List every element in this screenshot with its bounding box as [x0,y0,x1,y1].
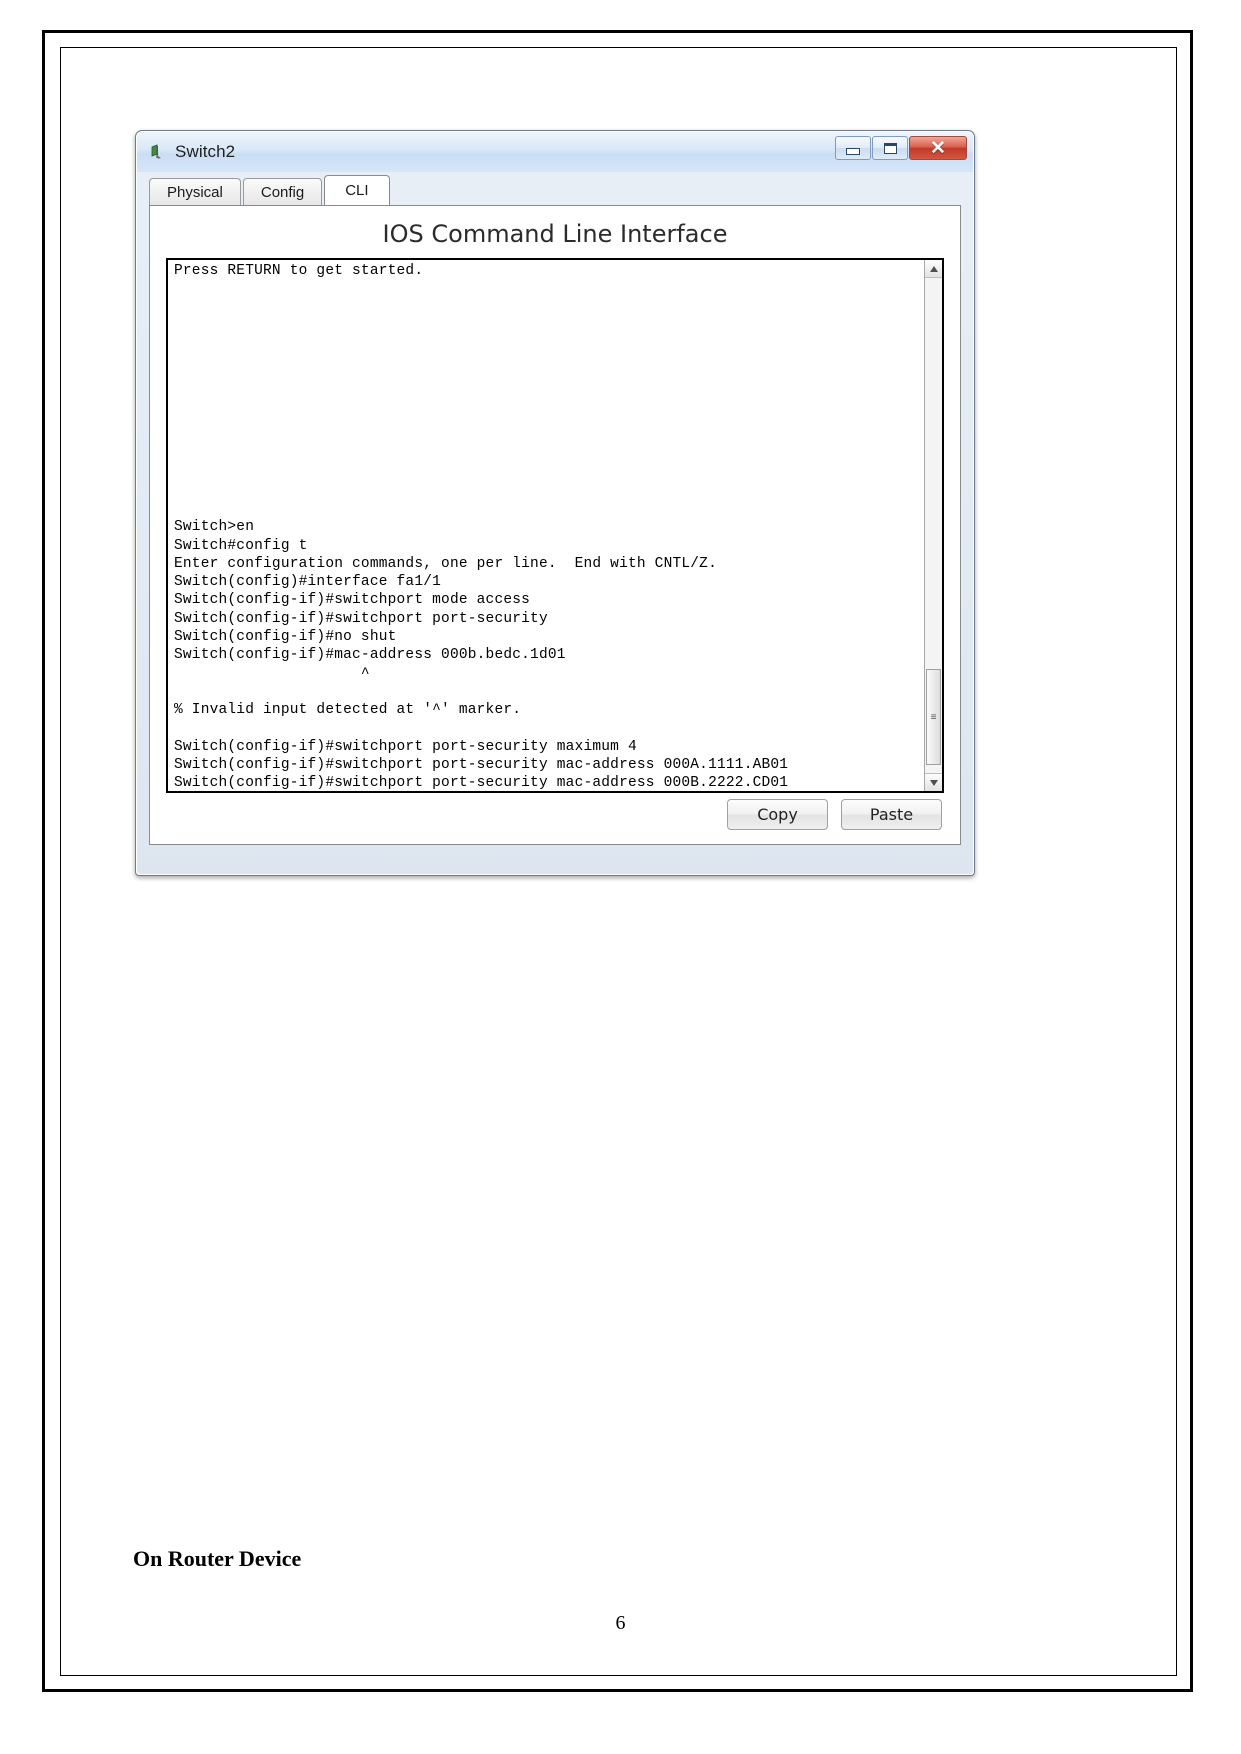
terminal-line: Switch(config-if)#switchport port-securi… [174,610,548,627]
terminal-spacer [174,720,924,738]
scroll-down-button[interactable] [925,773,942,791]
window-titlebar[interactable]: Switch2 ✕ [137,132,973,172]
terminal-line: Switch(config-if)#mac-address 000b.bedc.… [174,647,566,664]
terminal-output[interactable]: Press RETURN to get started. Switch>en S… [168,260,924,791]
tabstrip: Physical Config CLI [149,175,961,205]
tab-cli[interactable]: CLI [324,175,390,205]
tab-config-label: Config [260,183,305,201]
paste-button[interactable]: Paste [841,799,942,830]
window-title: Switch2 [175,142,236,161]
minimize-icon [846,148,860,155]
terminal-top-line: Press RETURN to get started. [174,263,424,279]
scroll-up-icon [929,265,938,272]
terminal-line: Switch(config-if)#no shut [174,629,397,646]
scrollbar-track[interactable]: ≡ [925,278,942,773]
maximize-icon [883,142,897,154]
terminal-spacer [174,683,924,701]
terminal-line: Switch(config)#interface fa1/1 [174,574,442,591]
window-frame: Switch2 ✕ Physical Config CLI IOS Comman… [136,131,974,875]
page-number: 6 [615,1612,626,1634]
tab-cli-label: CLI [345,182,369,199]
tab-config[interactable]: Config [242,178,323,205]
document-page: Switch2 ✕ Physical Config CLI IOS Comman… [0,0,1241,1754]
switch-device-icon [149,143,167,161]
window-controls: ✕ [835,136,967,160]
terminal-line: Switch(config-if)#switchport mode access [174,592,531,609]
close-icon: ✕ [930,137,946,159]
scrollbar-thumb[interactable]: ≡ [926,669,941,765]
copy-button[interactable]: Copy [727,799,828,830]
tab-physical[interactable]: Physical [149,178,241,205]
terminal-line: Switch(config-if)#switchport port-securi… [174,757,789,774]
terminal-container: Press RETURN to get started. Switch>en S… [166,258,944,793]
terminal-line: Enter configuration commands, one per li… [174,555,717,572]
cli-panel: IOS Command Line Interface Press RETURN … [149,205,961,845]
terminal-scrollbar[interactable]: ≡ [924,260,942,791]
terminal-line: Switch(config-if)#switchport port-securi… [174,738,637,755]
terminal-caret-marker: ^ [174,665,370,682]
terminal-blank-region [174,280,924,518]
scroll-down-icon [929,779,938,786]
switch-cli-window: Switch2 ✕ Physical Config CLI IOS Comman… [135,130,975,876]
action-buttons: Copy Paste [727,799,942,830]
maximize-button[interactable] [872,136,908,160]
tab-physical-label: Physical [167,183,223,201]
terminal-error-line: % Invalid input detected at '^' marker. [174,702,522,719]
minimize-button[interactable] [835,136,871,160]
terminal-line: Switch#config t [174,537,308,554]
terminal-line: Switch>en [174,519,255,536]
close-button[interactable]: ✕ [909,136,967,160]
panel-title: IOS Command Line Interface [382,220,728,248]
scroll-up-button[interactable] [925,260,942,278]
terminal-line: Switch(config-if)#switchport port-securi… [174,775,789,791]
section-heading: On Router Device [133,1546,302,1571]
